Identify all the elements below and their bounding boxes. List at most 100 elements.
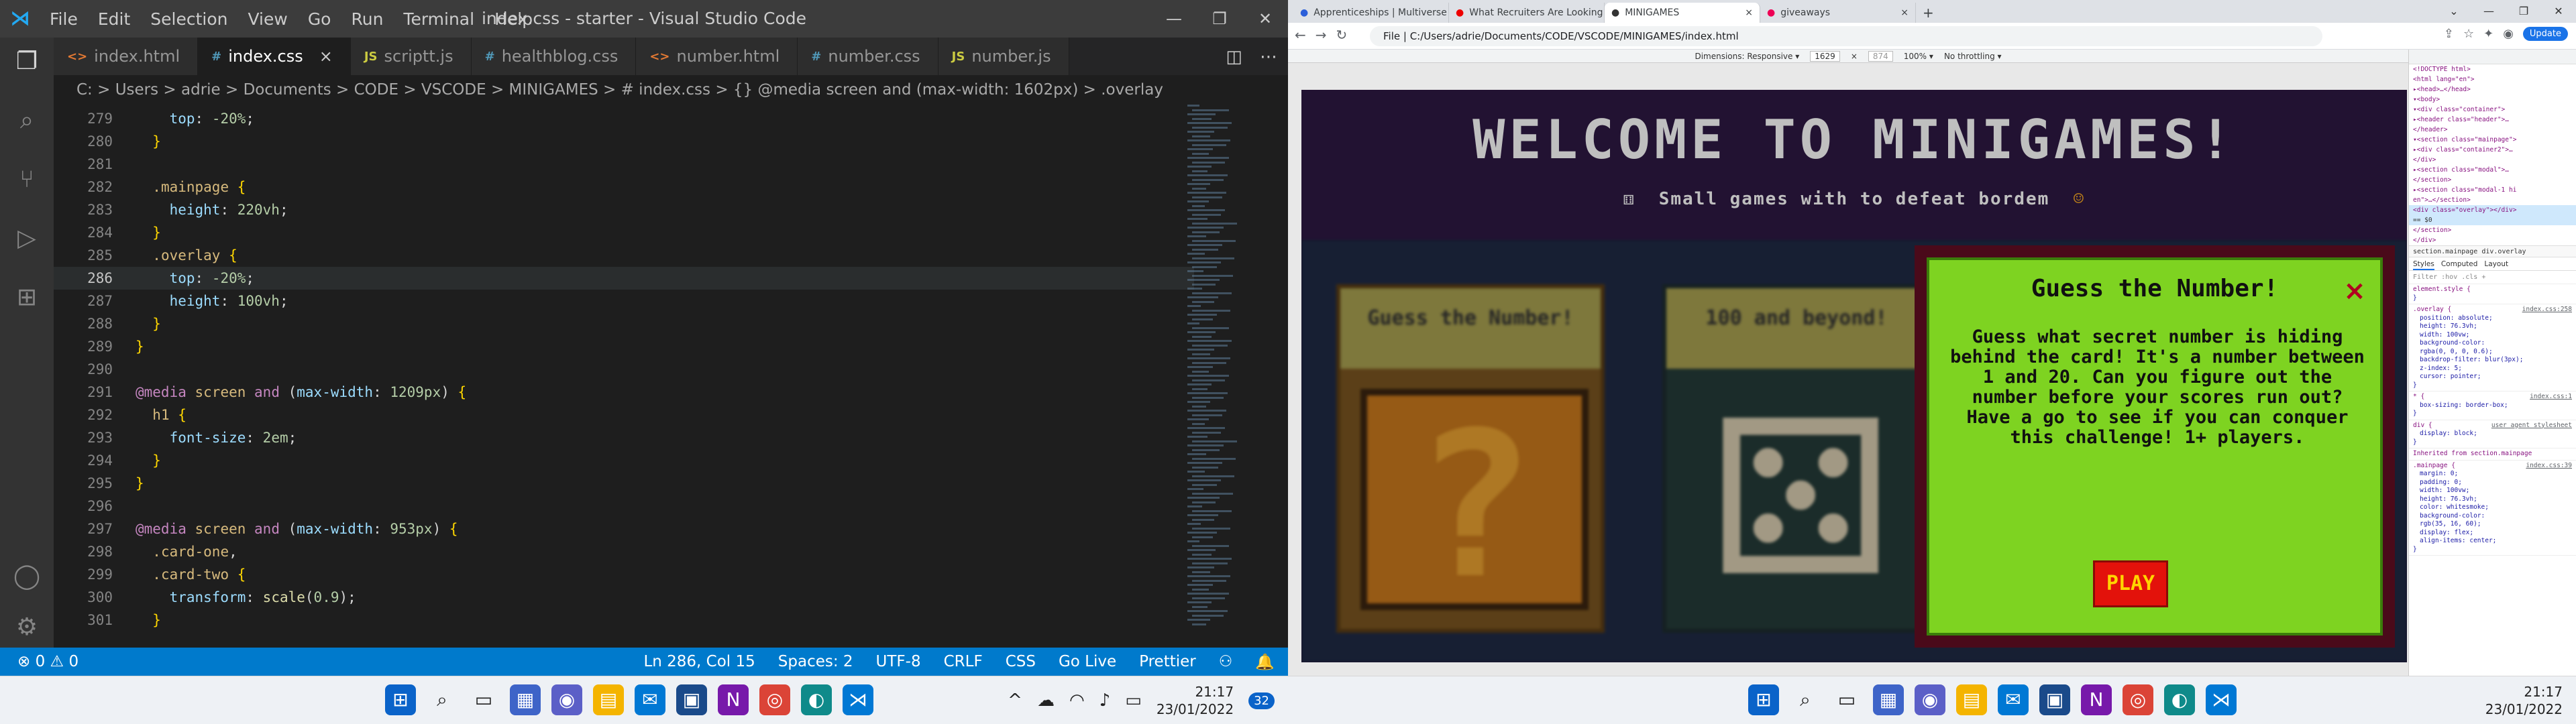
notification-badge[interactable]: 32 (1248, 692, 1275, 709)
close-icon[interactable]: ✕ (1242, 0, 1288, 38)
editor-tab[interactable]: JS scriptt.js (350, 38, 472, 75)
onenote-icon[interactable]: N (718, 684, 749, 715)
dimensions-select[interactable]: Dimensions: Responsive ▾ (1695, 52, 1799, 61)
css-declaration[interactable]: align-items: center; (2413, 537, 2572, 546)
css-declaration[interactable]: margin: 0; (2413, 470, 2572, 479)
code-line[interactable]: 286 top: -20%; (54, 267, 1194, 290)
battery-icon[interactable]: ▭ (1125, 690, 1142, 711)
dom-node[interactable]: ▾<body> (2409, 95, 2576, 105)
code-line[interactable]: 283 height: 220vh; (54, 198, 1194, 221)
code-line[interactable]: 293 font-size: 2em; (54, 426, 1194, 449)
menu-item-run[interactable]: Run (351, 9, 383, 29)
viewport-height-input[interactable]: 874 (1868, 50, 1893, 62)
dom-node[interactable]: </div> (2409, 155, 2576, 165)
dom-node[interactable]: </section> (2409, 225, 2576, 235)
play-button[interactable]: PLAY (2093, 560, 2168, 607)
dom-node[interactable]: ▸<section class="modal-1 hi (2409, 185, 2576, 195)
css-declaration[interactable]: padding: 0; (2413, 479, 2572, 487)
menu-item-file[interactable]: File (50, 9, 78, 29)
code-line[interactable]: 301 } (54, 609, 1194, 631)
dom-node[interactable]: en">…</section> (2409, 195, 2576, 205)
styles-tab[interactable]: Styles (2413, 257, 2434, 270)
menu-item-go[interactable]: Go (308, 9, 331, 29)
dom-node[interactable]: ▸<section class="modal">… (2409, 165, 2576, 175)
viewport-width-input[interactable]: 1629 (1810, 50, 1840, 62)
account-icon[interactable]: ◯ (11, 560, 43, 593)
wifi-icon[interactable]: ◠ (1069, 690, 1085, 711)
bookmark-star-icon[interactable]: ☆ (2463, 27, 2474, 41)
menu-item-selection[interactable]: Selection (150, 9, 227, 29)
css-declaration[interactable]: } (2413, 438, 2572, 447)
file-explorer-icon[interactable]: ▤ (1956, 684, 1987, 715)
code-line[interactable]: 282 .mainpage { (54, 176, 1194, 198)
reload-icon[interactable]: ↻ (1336, 27, 1348, 43)
rule-source-link[interactable]: index.css:39 (2526, 462, 2572, 471)
editor-tab[interactable]: # index.css × (198, 38, 351, 75)
minimize-icon[interactable]: — (1151, 0, 1197, 38)
rule-source-link[interactable]: index.css:258 (2522, 306, 2572, 314)
close-tab-icon[interactable]: × (1900, 7, 1909, 18)
file-explorer-icon[interactable]: ▤ (593, 684, 624, 715)
status-item[interactable]: Ln 286, Col 15 (643, 653, 755, 670)
dom-node[interactable]: </section> (2409, 175, 2576, 185)
extensions-icon[interactable]: ✦ (2483, 27, 2493, 41)
code-line[interactable]: 288 } (54, 312, 1194, 335)
status-item[interactable]: Prettier (1139, 653, 1196, 670)
css-rule[interactable]: user agent stylesheet div {display: block… (2409, 420, 2576, 448)
css-declaration[interactable]: } (2413, 381, 2572, 390)
edge-icon[interactable]: ◐ (2164, 684, 2195, 715)
css-declaration[interactable]: height: 76.3vh; (2413, 495, 2572, 504)
styles-tab[interactable]: Layout (2484, 257, 2508, 270)
menu-item-edit[interactable]: Edit (98, 9, 130, 29)
dom-node[interactable]: </div> (2409, 235, 2576, 245)
code-line[interactable]: 291 @media screen and (max-width: 1209px)… (54, 381, 1194, 404)
cloud-icon[interactable]: ☁ (1037, 690, 1055, 711)
teams-chat-icon[interactable]: ◉ (1915, 684, 1945, 715)
css-declaration[interactable]: cursor: pointer; (2413, 373, 2572, 381)
dom-node[interactable]: == $0 (2409, 215, 2576, 225)
editor-tab[interactable]: # healthblog.css (471, 38, 637, 75)
clock[interactable]: 21:17 23/01/2022 (1157, 683, 1234, 718)
widgets-icon[interactable]: ▦ (1873, 684, 1904, 715)
chrome-icon[interactable]: ◎ (759, 684, 790, 715)
browser-tab[interactable]: ●Apprenticeships | Multiverse× (1293, 3, 1449, 23)
css-declaration[interactable]: box-sizing: border-box; (2413, 402, 2572, 410)
more-actions-icon[interactable]: ⋯ (1260, 47, 1277, 67)
code-line[interactable]: 296 (54, 495, 1194, 518)
settings-gear-icon[interactable]: ⚙ (11, 611, 43, 644)
css-declaration[interactable]: color: whitesmoke; (2413, 503, 2572, 512)
editor-tab[interactable]: # number.css (798, 38, 938, 75)
minimize-icon[interactable]: — (2471, 0, 2506, 23)
css-declaration[interactable]: display: block; (2413, 430, 2572, 438)
dom-node[interactable]: ▾<div class="container"> (2409, 105, 2576, 115)
code-line[interactable]: 279 top: -20%; (54, 107, 1194, 130)
windows-start-icon[interactable]: ⊞ (385, 684, 416, 715)
code-line[interactable]: 300 transform: scale(0.9); (54, 586, 1194, 609)
dom-node[interactable]: <html lang="en"> (2409, 74, 2576, 84)
forward-icon[interactable]: → (1316, 27, 1327, 43)
store-icon[interactable]: ▣ (2039, 684, 2070, 715)
search-icon[interactable]: ⌕ (11, 105, 43, 137)
windows-start-icon[interactable]: ⊞ (1748, 684, 1779, 715)
modal-close-icon[interactable]: × (2341, 278, 2368, 304)
chevron-down-icon[interactable]: ⌄ (2436, 0, 2471, 23)
task-view-icon[interactable]: ▭ (468, 684, 499, 715)
restore-icon[interactable]: ❐ (2506, 0, 2541, 23)
vscode-taskbar-icon[interactable]: ⋊ (2206, 684, 2237, 715)
css-rule[interactable]: element.style {} (2409, 284, 2576, 304)
css-rule[interactable]: index.css:39 .mainpage {margin: 0; padding… (2409, 461, 2576, 556)
css-rule[interactable]: index.css:1 * {box-sizing: border-box;} (2409, 391, 2576, 420)
code-editor[interactable]: 279 top: -20%; 280 } 281 282 .mainpage {283… (54, 105, 1281, 648)
code-line[interactable]: 289} (54, 335, 1194, 358)
address-bar[interactable]: File | C:/Users/adrie/Documents/CODE/VSC… (1370, 26, 2322, 46)
css-declaration[interactable]: rgba(0, 0, 0, 0.6); (2413, 348, 2572, 357)
menu-item-view[interactable]: View (248, 9, 287, 29)
close-tab-icon[interactable]: × (1745, 7, 1753, 18)
dom-node[interactable]: ▾<section class="mainpage"> (2409, 135, 2576, 145)
edge-icon[interactable]: ◐ (801, 684, 832, 715)
elements-tree[interactable]: <!DOCTYPE html> <html lang="en"> ▸<head>…<… (2409, 64, 2576, 245)
minimap[interactable] (1187, 105, 1248, 648)
store-icon[interactable]: ▣ (676, 684, 707, 715)
dom-node[interactable]: ▸<header class="header">… (2409, 115, 2576, 125)
menu-item-terminal[interactable]: Terminal (403, 9, 474, 29)
